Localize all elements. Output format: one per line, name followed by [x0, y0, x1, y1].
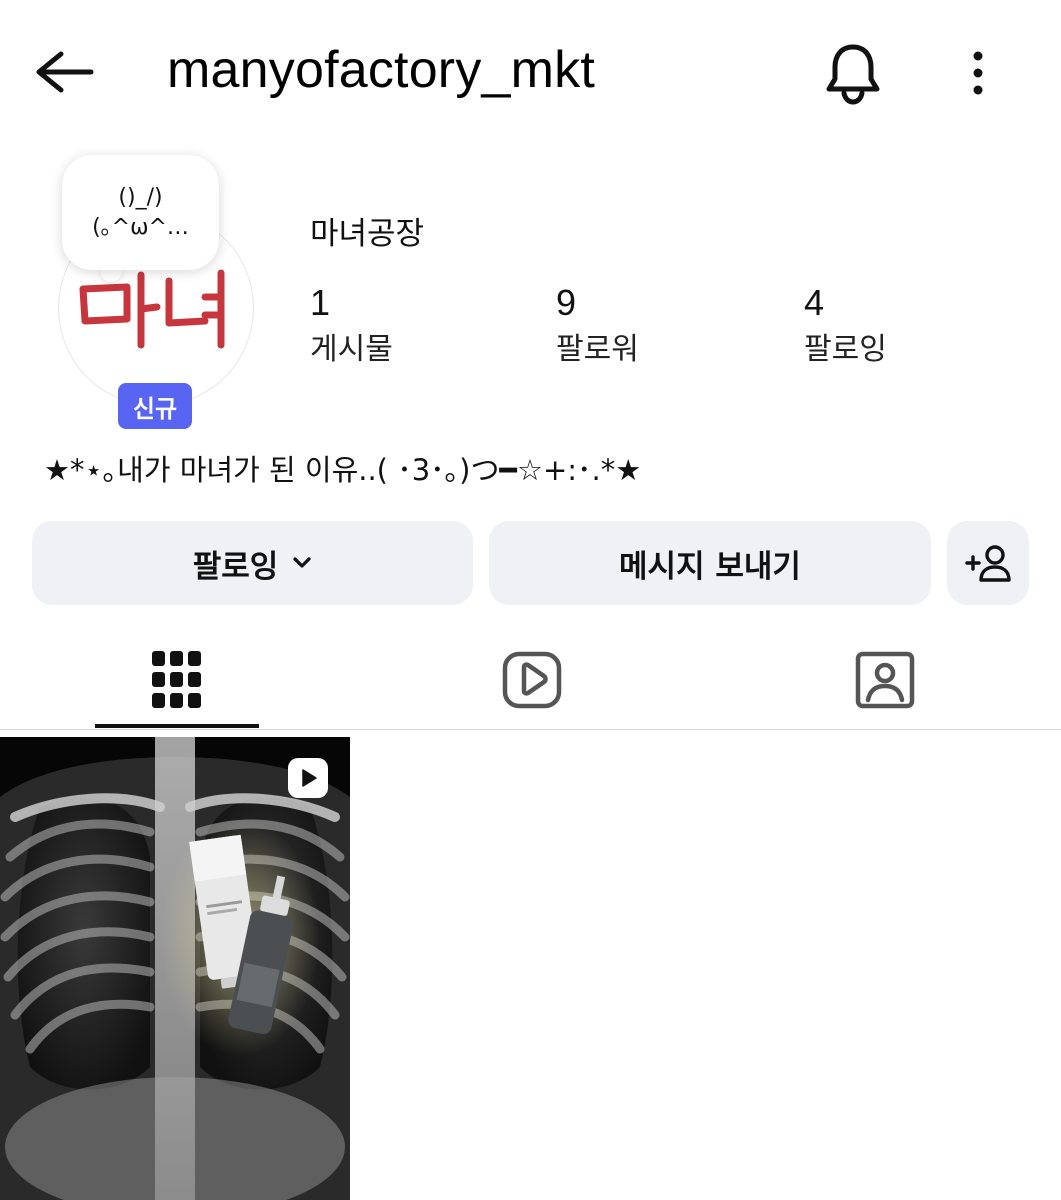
tab-tagged[interactable] [803, 632, 967, 727]
display-name: 마녀공장 [310, 216, 425, 252]
note-line-2: (｡^ω^… [92, 214, 189, 240]
tabs-divider [0, 729, 1061, 730]
posts-count: 1 [310, 282, 331, 323]
play-icon [302, 769, 317, 787]
tab-posts-grid[interactable] [95, 632, 259, 727]
more-options-button[interactable] [955, 40, 1001, 106]
add-person-icon [965, 545, 1011, 582]
add-user-button[interactable] [947, 521, 1029, 605]
following-label: 팔로잉 [804, 332, 887, 367]
grid-icon [152, 650, 201, 708]
post-thumbnail[interactable] [0, 737, 350, 1200]
more-vertical-icon [973, 51, 983, 95]
back-button[interactable] [28, 42, 98, 102]
stat-posts: 1 게시물 [310, 282, 393, 370]
notification-button[interactable] [820, 38, 886, 108]
profile-username: manyofactory_mkt [167, 41, 596, 99]
reels-icon [502, 651, 562, 708]
stat-followers[interactable]: 9 팔로워 [556, 282, 639, 370]
followers-label: 팔로워 [556, 332, 639, 367]
tab-reels[interactable] [450, 632, 614, 727]
note-line-1: ()_/) [118, 184, 163, 210]
followers-count: 9 [556, 282, 577, 323]
reel-badge [288, 758, 328, 798]
top-bar: manyofactory_mkt [0, 0, 1061, 150]
tagged-icon [855, 651, 915, 708]
profile-bio: ★*⋆｡내가 마녀가 된 이유..( ･3･｡)つ━☆+:･.*★ [44, 453, 642, 487]
chevron-down-icon [292, 556, 312, 570]
stat-following[interactable]: 4 팔로잉 [804, 282, 887, 370]
following-button-label: 팔로잉 [192, 548, 279, 585]
new-badge: 신규 [118, 383, 192, 429]
following-button[interactable]: 팔로잉 [32, 521, 473, 605]
message-button[interactable]: 메시지 보내기 [489, 521, 931, 605]
profile-note-bubble[interactable]: ()_/) (｡^ω^… [62, 155, 219, 270]
following-count: 4 [804, 282, 825, 323]
arrow-left-icon [36, 51, 94, 93]
message-button-label: 메시지 보내기 [619, 548, 801, 585]
posts-label: 게시물 [310, 332, 393, 367]
bell-icon [826, 44, 880, 105]
active-tab-indicator [95, 724, 259, 728]
